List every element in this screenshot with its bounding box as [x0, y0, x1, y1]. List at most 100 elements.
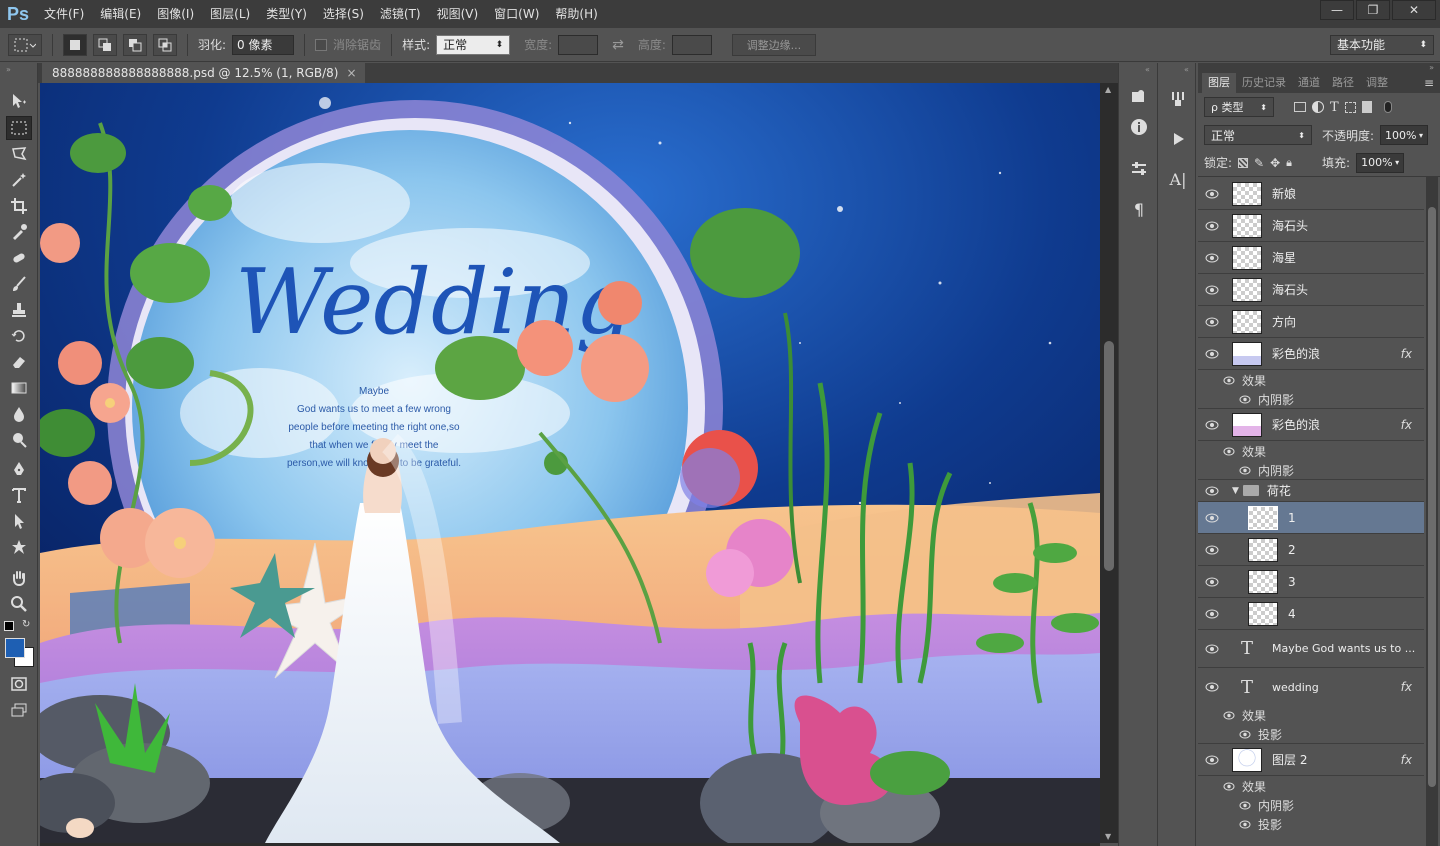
layers-scroll-thumb[interactable] — [1428, 207, 1436, 787]
layer-row[interactable]: 彩色的浪 fx — [1198, 409, 1424, 441]
effect-row[interactable]: 内阴影 — [1198, 390, 1424, 409]
document-tab[interactable]: 888888888888888888.psd @ 12.5% (1, RGB/8… — [42, 63, 365, 83]
antialias-checkbox[interactable] — [315, 38, 328, 51]
canvas-scroll-thumb[interactable] — [1104, 341, 1114, 571]
intersect-selection-icon[interactable] — [153, 33, 177, 56]
blur-tool-icon[interactable] — [6, 402, 32, 426]
layer-row[interactable]: 海石头 — [1198, 274, 1424, 306]
rect-marquee-tool-icon[interactable] — [6, 116, 32, 140]
eye-icon[interactable] — [1198, 513, 1226, 523]
eraser-tool-icon[interactable] — [6, 350, 32, 374]
fx-icon[interactable]: fx — [1401, 418, 1412, 432]
text-layer-row[interactable]: T Maybe God wants us to ... — [1198, 630, 1424, 668]
height-input[interactable] — [671, 34, 712, 55]
subtract-selection-icon[interactable] — [123, 33, 147, 56]
fx-icon[interactable]: fx — [1401, 347, 1412, 361]
filter-type-icon[interactable]: T — [1330, 100, 1339, 115]
layers-scrollbar[interactable] — [1426, 177, 1438, 846]
eye-icon[interactable] — [1198, 644, 1226, 654]
restore-button[interactable]: ❐ — [1356, 0, 1390, 20]
eye-icon[interactable] — [1222, 447, 1236, 456]
tab-channels[interactable]: 通道 — [1292, 73, 1326, 93]
refine-edge-button[interactable]: 调整边缘... — [731, 33, 816, 56]
opacity-input[interactable]: 100% ▾ — [1380, 125, 1429, 145]
filter-adjustment-icon[interactable] — [1312, 101, 1324, 113]
brush-tool-icon[interactable] — [6, 272, 32, 296]
menu-image[interactable]: 图像(I) — [149, 0, 202, 28]
layer-row-selected[interactable]: 1 — [1198, 502, 1424, 534]
eye-icon[interactable] — [1238, 730, 1252, 739]
fx-icon[interactable]: fx — [1401, 753, 1412, 767]
effect-row[interactable]: 内阴影 — [1198, 461, 1424, 480]
history-brush-tool-icon[interactable] — [6, 324, 32, 348]
panel-collapse-icon[interactable]: » — [1429, 63, 1434, 72]
type-tool-icon[interactable] — [6, 483, 32, 507]
swap-colors-icon[interactable]: ↻ — [22, 619, 30, 630]
eye-icon[interactable] — [1222, 711, 1236, 720]
crop-tool-icon[interactable] — [6, 194, 32, 218]
eye-icon[interactable] — [1198, 609, 1226, 619]
tab-layers[interactable]: 图层 — [1202, 73, 1236, 93]
text-layer-row[interactable]: T wedding fx — [1198, 668, 1424, 706]
layer-row[interactable]: 海星 — [1198, 242, 1424, 274]
menu-edit[interactable]: 编辑(E) — [92, 0, 149, 28]
marquee-tool-preset-icon[interactable] — [8, 33, 42, 56]
dodge-tool-icon[interactable] — [6, 428, 32, 452]
pen-tool-icon[interactable] — [6, 457, 32, 481]
foreground-color-swatch[interactable] — [5, 638, 25, 658]
gradient-tool-icon[interactable] — [6, 376, 32, 400]
menu-view[interactable]: 视图(V) — [429, 0, 487, 28]
layer-row[interactable]: 4 — [1198, 598, 1424, 630]
style-select[interactable]: 正常 ⬍ — [436, 34, 511, 55]
info-panel-icon[interactable] — [1129, 87, 1149, 107]
scroll-down-arrow-icon[interactable]: ▼ — [1105, 832, 1111, 841]
magic-wand-tool-icon[interactable] — [6, 168, 32, 192]
eye-icon[interactable] — [1238, 801, 1252, 810]
eye-icon[interactable] — [1198, 755, 1226, 765]
eye-icon[interactable] — [1198, 253, 1226, 263]
tab-adjustments[interactable]: 调整 — [1360, 73, 1394, 93]
layer-group-row[interactable]: ▼ 荷花 — [1198, 480, 1424, 502]
lock-transparent-icon[interactable] — [1238, 157, 1249, 168]
layer-row[interactable]: 新娘 — [1198, 178, 1424, 210]
close-button[interactable]: ✕ — [1392, 0, 1436, 20]
document-canvas[interactable]: Wedding Maybe God wants us to meet a few… — [40, 83, 1100, 843]
add-selection-icon[interactable] — [93, 33, 117, 56]
menu-layer[interactable]: 图层(L) — [202, 0, 258, 28]
feather-input[interactable]: 0 像素 — [232, 34, 295, 55]
menu-filter[interactable]: 滤镜(T) — [372, 0, 429, 28]
properties-panel-icon[interactable] — [1129, 117, 1149, 137]
lasso-tool-icon[interactable] — [6, 142, 32, 166]
lock-position-icon[interactable]: ✥ — [1270, 156, 1280, 170]
default-colors-icon[interactable] — [4, 621, 14, 631]
panel-menu-icon[interactable]: ≡ — [1424, 73, 1434, 93]
eye-icon[interactable] — [1238, 466, 1252, 475]
move-tool-icon[interactable] — [6, 89, 32, 113]
effect-row[interactable]: 内阴影 — [1198, 796, 1424, 815]
menu-help[interactable]: 帮助(H) — [547, 0, 605, 28]
custom-shape-tool-icon[interactable] — [6, 535, 32, 559]
adjustments-panel-icon[interactable] — [1129, 159, 1149, 179]
fill-input[interactable]: 100% ▾ — [1356, 152, 1405, 173]
eye-icon[interactable] — [1222, 376, 1236, 385]
scroll-up-arrow-icon[interactable]: ▲ — [1105, 85, 1111, 94]
effect-row[interactable]: 投影 — [1198, 815, 1424, 834]
eye-icon[interactable] — [1198, 285, 1226, 295]
new-selection-icon[interactable] — [63, 33, 87, 56]
lock-all-icon[interactable]: 🔒︎ — [1286, 156, 1292, 170]
stamp-tool-icon[interactable] — [6, 298, 32, 322]
eye-icon[interactable] — [1198, 486, 1226, 496]
layer-row[interactable]: 彩色的浪 fx — [1198, 338, 1424, 370]
eye-icon[interactable] — [1198, 420, 1226, 430]
toolbox-collapse-icon[interactable]: » — [6, 65, 11, 74]
effects-row[interactable]: 效果 — [1198, 777, 1424, 796]
healing-brush-tool-icon[interactable] — [6, 246, 32, 270]
hand-tool-icon[interactable] — [6, 566, 32, 590]
eyedropper-tool-icon[interactable] — [6, 220, 32, 244]
effects-row[interactable]: 效果 — [1198, 371, 1424, 390]
blend-mode-select[interactable]: 正常 ⬍ — [1204, 125, 1312, 145]
eye-icon[interactable] — [1198, 577, 1226, 587]
screen-mode-icon[interactable] — [6, 698, 32, 722]
tab-history[interactable]: 历史记录 — [1236, 73, 1292, 93]
zoom-tool-icon[interactable] — [6, 592, 32, 616]
